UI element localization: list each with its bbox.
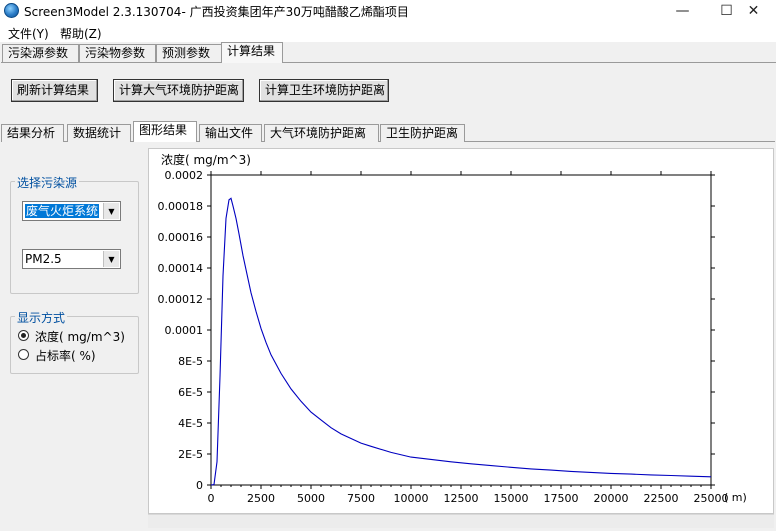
- concentration-chart: 0 2E-5 4E-5 6E-5 8E-5 0.0001 0.00012 0.00014 0.0…: [158, 152, 747, 505]
- display-group-title: 显示方式: [15, 309, 68, 326]
- refresh-results-button[interactable]: 刷新计算结果: [11, 79, 98, 102]
- x-tick-label: 0: [208, 492, 215, 505]
- source-select-value: 废气火炬系统: [25, 204, 100, 218]
- pollutant-select-value: PM2.5: [25, 252, 62, 266]
- chart-area: 0 2E-5 4E-5 6E-5 8E-5 0.0001 0.00012 0.00014 0.0…: [148, 148, 774, 514]
- tab-pollutant-params[interactable]: 污染物参数: [79, 44, 156, 62]
- concentration-series-line: [210, 197, 712, 486]
- y-tick-label: 0: [196, 479, 203, 492]
- tab-health-distance[interactable]: 卫生防护距离: [380, 124, 465, 142]
- radio-concentration[interactable]: [18, 330, 29, 341]
- x-tick-label: 22500: [644, 492, 679, 505]
- source-group-title: 选择污染源: [15, 174, 80, 191]
- x-tick-label: 12500: [444, 492, 479, 505]
- tab-result-analysis[interactable]: 结果分析: [1, 124, 64, 142]
- calc-health-distance-button[interactable]: 计算卫生环境防护距离: [259, 79, 389, 102]
- app-icon: [4, 3, 19, 18]
- source-group: [10, 181, 139, 294]
- tab-output-file[interactable]: 输出文件: [199, 124, 262, 142]
- x-tick-label: 2500: [247, 492, 275, 505]
- tab-source-params[interactable]: 污染源参数: [2, 44, 79, 62]
- radio-concentration-label: 浓度( mg/m^3): [35, 330, 125, 344]
- window-title: Screen3Model 2.3.130704- 广西投资集团年产30万吨醋酸乙…: [24, 5, 409, 19]
- x-tick-label: 7500: [347, 492, 375, 505]
- y-axis-label: 浓度( mg/m^3): [161, 152, 251, 167]
- y-tick-label: 8E-5: [178, 355, 203, 368]
- calc-atmo-distance-button[interactable]: 计算大气环境防护距离: [113, 79, 244, 102]
- chevron-down-icon[interactable]: ▼: [103, 251, 119, 267]
- y-tick-label: 4E-5: [178, 417, 203, 430]
- chevron-down-icon[interactable]: ▼: [103, 203, 119, 219]
- tab-calc-results[interactable]: 计算结果: [221, 42, 283, 63]
- tab-atmo-distance[interactable]: 大气环境防护距离: [264, 124, 379, 142]
- pollutant-select[interactable]: PM2.5 ▼: [22, 249, 121, 269]
- x-tick-label: 20000: [594, 492, 629, 505]
- x-axis-unit: ( m): [724, 491, 747, 504]
- x-tick-label: 5000: [297, 492, 325, 505]
- tab-data-stats[interactable]: 数据统计: [67, 124, 131, 142]
- close-button[interactable]: ✕: [731, 0, 776, 22]
- x-tick-label: 15000: [494, 492, 529, 505]
- y-tick-label: 0.0002: [165, 169, 204, 182]
- tab-graph-results[interactable]: 图形结果: [133, 121, 197, 142]
- radio-standard-rate[interactable]: [18, 349, 29, 360]
- tab-prediction-params[interactable]: 预测参数: [156, 44, 222, 62]
- y-tick-label: 2E-5: [178, 448, 203, 461]
- plot-frame: [210, 174, 712, 486]
- y-tick-label: 0.00012: [158, 293, 204, 306]
- y-tick-label: 0.00014: [158, 262, 204, 275]
- y-tick-label: 6E-5: [178, 386, 203, 399]
- menu-help[interactable]: 帮助(Z): [60, 25, 102, 42]
- menu-file[interactable]: 文件(Y): [8, 25, 49, 42]
- title-bar: Screen3Model 2.3.130704- 广西投资集团年产30万吨醋酸乙…: [0, 0, 776, 22]
- menu-bar: 文件(Y) 帮助(Z): [0, 22, 776, 42]
- x-tick-label: 17500: [544, 492, 579, 505]
- x-tick-label: 10000: [394, 492, 429, 505]
- radio-standard-rate-label: 占标率( %): [35, 349, 96, 363]
- y-tick-label: 0.00016: [158, 231, 204, 244]
- y-tick-label: 0.00018: [158, 200, 204, 213]
- y-tick-label: 0.0001: [165, 324, 204, 337]
- source-select[interactable]: 废气火炬系统 ▼: [22, 201, 121, 221]
- horizontal-scrollbar[interactable]: [148, 514, 774, 528]
- minimize-button[interactable]: —: [660, 0, 705, 22]
